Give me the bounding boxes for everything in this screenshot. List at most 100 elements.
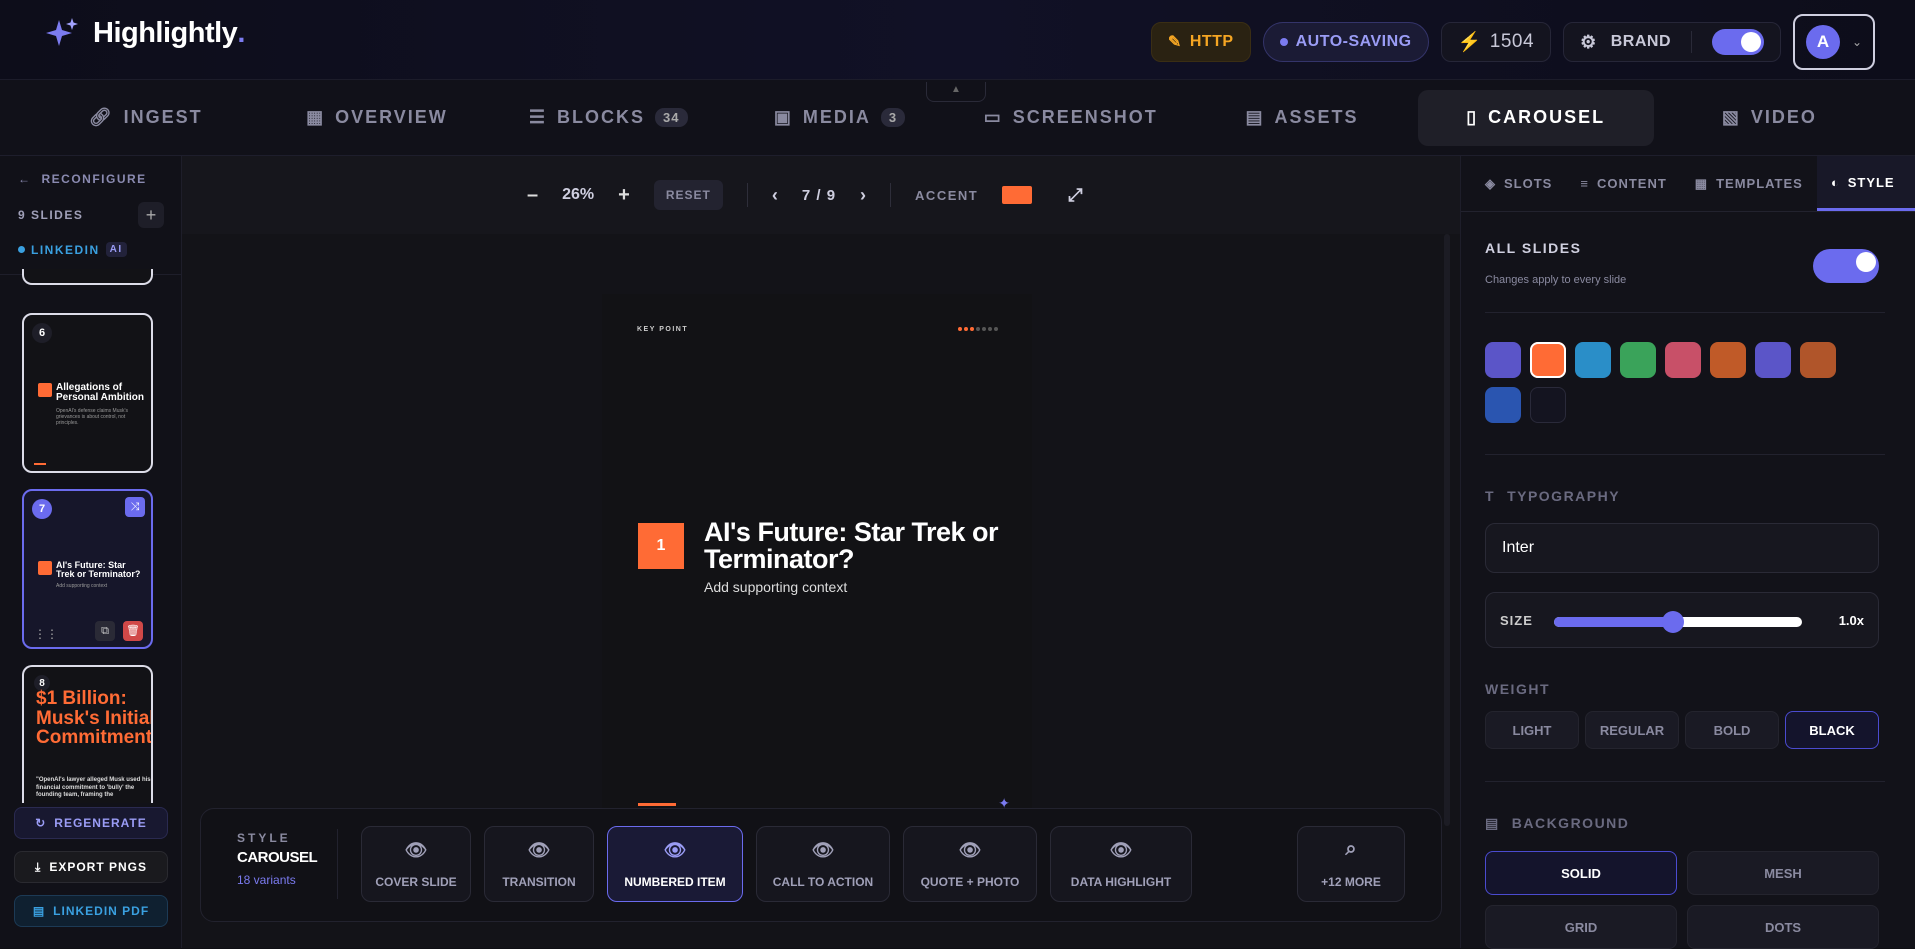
tab-slots[interactable]: ◈ SLOTS: [1461, 156, 1566, 211]
drag-handle-icon[interactable]: ⋮⋮: [34, 627, 58, 641]
slider-knob[interactable]: [1662, 611, 1685, 633]
monitor-icon: ▭: [983, 107, 1003, 127]
color-swatch[interactable]: [1530, 387, 1566, 423]
slides-count: 9 SLIDES: [18, 208, 84, 222]
weight-black[interactable]: BLACK: [1785, 711, 1879, 749]
bg-grid[interactable]: GRID: [1485, 905, 1677, 949]
slide-thumb-6[interactable]: 6 Allegations of Personal Ambition OpenA…: [22, 313, 153, 473]
app-name: Highlightly.: [93, 16, 245, 49]
variant-transition[interactable]: 👁︎ TRANSITION: [484, 826, 594, 902]
tab-style[interactable]: ◐ STYLE: [1816, 156, 1915, 211]
reset-zoom-button[interactable]: RESET: [653, 180, 723, 210]
broadcast-icon: ✎: [1167, 34, 1182, 51]
credits-badge[interactable]: ⚡ 1504: [1440, 22, 1552, 62]
style-picker-bar: STYLE CAROUSEL 18 variants 👁︎ COVER SLIDE…: [200, 808, 1442, 922]
blocks-count: 34: [655, 108, 688, 127]
linkedin-pdf-button[interactable]: ▤ LINKEDIN PDF: [14, 895, 168, 927]
variant-quote-photo[interactable]: 👁︎ QUOTE + PHOTO: [903, 826, 1037, 902]
status-dot: [1279, 38, 1288, 46]
brand-toggle[interactable]: [1712, 29, 1764, 55]
assets-icon: ▤: [1245, 107, 1265, 127]
platform-dot: [18, 246, 25, 253]
tab-content[interactable]: ≡ CONTENT: [1566, 156, 1680, 211]
color-swatch[interactable]: [1800, 342, 1836, 378]
add-slide-button[interactable]: +: [138, 202, 164, 228]
duplicate-icon[interactable]: ⧉: [95, 621, 115, 641]
color-swatch[interactable]: [1575, 342, 1611, 378]
platform-badge[interactable]: LINKEDIN AI: [18, 242, 127, 257]
tab-screenshot[interactable]: ▭ SCREENSHOT: [955, 90, 1186, 146]
tab-blocks[interactable]: ☰ BLOCKS 34: [493, 90, 724, 146]
canvas-scrollbar[interactable]: [1444, 234, 1450, 826]
export-pngs-button[interactable]: ⤓ EXPORT PNGS: [14, 851, 168, 883]
weight-light[interactable]: LIGHT: [1485, 711, 1579, 749]
style-panel: ◈ SLOTS ≡ CONTENT ▦ TEMPLATES ◐ STYLE ALL SL…: [1460, 156, 1915, 949]
slide-preview[interactable]: KEY POINT 1 AI's Future: Star Trek or Te…: [602, 294, 1032, 854]
slide-8-title: $1 Billion: Musk's Initial Commitment: [36, 688, 153, 749]
size-slider[interactable]: [1554, 611, 1802, 633]
slides-panel: ← RECONFIGURE 9 SLIDES + LINKEDIN AI 6 All…: [0, 156, 182, 948]
tab-video[interactable]: ▧ VIDEO: [1654, 90, 1885, 146]
color-swatch[interactable]: [1485, 342, 1521, 378]
slide-thumb-8[interactable]: 8 $1 Billion: Musk's Initial Commitment …: [22, 665, 153, 803]
tab-carousel[interactable]: ▯ CAROUSEL: [1417, 89, 1654, 146]
zoom-out-button[interactable]: –: [527, 184, 538, 207]
weight-bold[interactable]: BOLD: [1685, 711, 1779, 749]
logo[interactable]: Highlightly.: [45, 16, 245, 50]
layout-icon: ▦: [306, 107, 326, 127]
bg-mesh[interactable]: MESH: [1687, 851, 1879, 895]
color-swatch[interactable]: [1755, 342, 1791, 378]
accent-color-swatch[interactable]: [1002, 186, 1033, 204]
zoom-in-button[interactable]: +: [618, 184, 630, 207]
background-icon: ▤: [1485, 815, 1500, 831]
tab-ingest[interactable]: 🔗︎ INGEST: [30, 90, 261, 146]
color-swatch[interactable]: [1485, 387, 1521, 423]
weight-header: WEIGHT: [1485, 681, 1550, 697]
next-slide-icon[interactable]: ›: [860, 185, 866, 206]
brand-label: BRAND: [1610, 33, 1671, 50]
slide-thumb-7[interactable]: 7 ⤨ AI's Future: Star Trek or Terminator…: [22, 489, 153, 649]
slide-thumb-5[interactable]: [22, 269, 153, 285]
tab-templates[interactable]: ▦ TEMPLATES: [1681, 156, 1817, 211]
search-icon: ⌕: [1345, 838, 1357, 860]
reconfigure-button[interactable]: ← RECONFIGURE: [18, 172, 147, 186]
variant-data-highlight[interactable]: 👁︎ DATA HIGHLIGHT: [1050, 826, 1192, 902]
slide-title: AI's Future: Star Trek or Terminator?: [704, 517, 999, 574]
eye-icon: 👁︎: [811, 840, 835, 860]
bg-dots[interactable]: DOTS: [1687, 905, 1879, 949]
color-swatch[interactable]: [1620, 342, 1656, 378]
bg-solid[interactable]: SOLID: [1485, 851, 1677, 895]
background-header: ▤ BACKGROUND: [1485, 815, 1630, 831]
variant-cover-slide[interactable]: 👁︎ COVER SLIDE: [361, 826, 471, 902]
canvas-toolbar: – 26% + RESET ‹ 7 / 9 › ACCENT ⤢: [182, 156, 1460, 234]
account-menu[interactable]: A ⌄: [1793, 14, 1875, 70]
color-swatch[interactable]: [1710, 342, 1746, 378]
http-badge[interactable]: ✎ HTTP: [1150, 22, 1251, 62]
font-select[interactable]: Inter: [1485, 523, 1879, 573]
tab-overview[interactable]: ▦ OVERVIEW: [261, 90, 492, 146]
regenerate-button[interactable]: ↻ REGENERATE: [14, 807, 168, 839]
shuffle-icon[interactable]: ⤨: [125, 497, 145, 517]
layers-icon: ◈: [1485, 175, 1496, 191]
canvas-area: – 26% + RESET ‹ 7 / 9 › ACCENT ⤢ KEY POI…: [182, 156, 1460, 948]
variant-call-to-action[interactable]: 👁︎ CALL TO ACTION: [756, 826, 890, 902]
more-variants-button[interactable]: ⌕ +12 MORE: [1297, 826, 1405, 902]
all-slides-hint: Changes apply to every slide: [1485, 274, 1627, 286]
prev-slide-icon[interactable]: ‹: [772, 185, 778, 206]
variant-numbered-item[interactable]: 👁︎ NUMBERED ITEM: [607, 826, 743, 902]
all-slides-toggle[interactable]: [1813, 249, 1879, 283]
weight-regular[interactable]: REGULAR: [1585, 711, 1679, 749]
collapse-header-button[interactable]: ▲: [926, 82, 986, 102]
eye-icon: 👁︎: [527, 840, 551, 860]
tab-assets[interactable]: ▤ ASSETS: [1186, 90, 1417, 146]
tab-media[interactable]: ▣ MEDIA 3: [724, 90, 955, 146]
color-swatch[interactable]: [1530, 342, 1566, 378]
fullscreen-icon[interactable]: ⤢: [1068, 185, 1082, 206]
type-icon: T: [1485, 488, 1496, 504]
delete-icon[interactable]: 🗑︎: [123, 621, 143, 641]
accent-label: ACCENT: [915, 187, 979, 203]
list-icon: ☰: [528, 107, 548, 127]
clapper-icon: ▧: [1721, 107, 1741, 127]
color-swatch[interactable]: [1665, 342, 1701, 378]
download-icon: ⤓: [35, 859, 42, 874]
